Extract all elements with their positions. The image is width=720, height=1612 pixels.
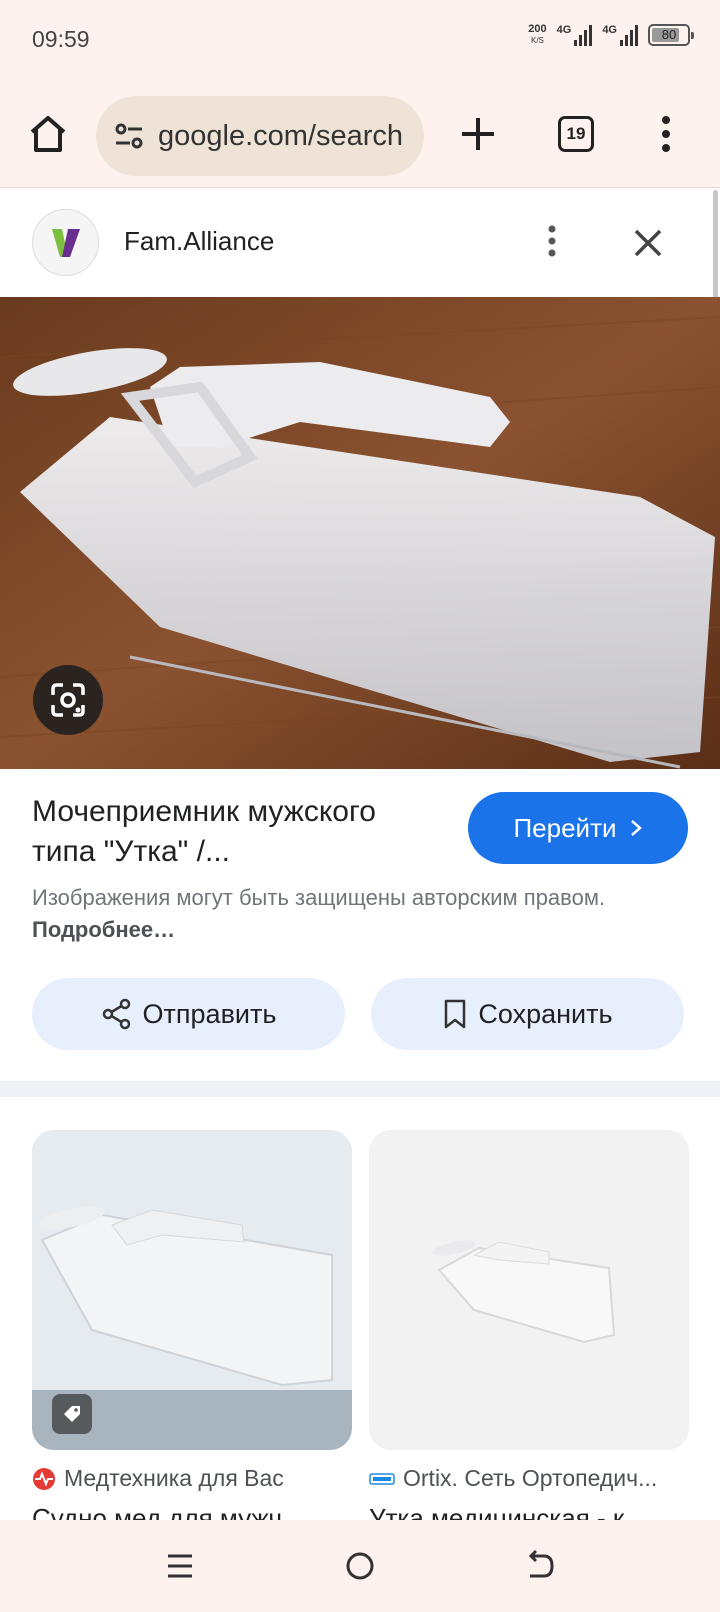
url-text[interactable]: google.com/search bbox=[158, 120, 406, 153]
related-title-1[interactable]: Судно мед для мужч... bbox=[32, 1500, 352, 1520]
urinal-photo bbox=[0, 297, 720, 769]
more-vert-icon[interactable] bbox=[542, 221, 562, 261]
related-image-card[interactable] bbox=[32, 1130, 352, 1450]
result-title[interactable]: Мочеприемник мужского типа "Утка" /... bbox=[32, 792, 442, 872]
network-speed: 200 K/S bbox=[528, 23, 547, 46]
close-icon[interactable] bbox=[630, 225, 666, 261]
chevron-right-icon bbox=[630, 820, 642, 836]
section-divider bbox=[0, 1081, 720, 1097]
medtech-favicon-icon bbox=[33, 1467, 55, 1490]
fam-alliance-logo-icon bbox=[51, 228, 80, 257]
related-title-2[interactable]: Утка медицинская - к... bbox=[369, 1500, 689, 1520]
back-icon[interactable] bbox=[520, 1546, 560, 1586]
source-name[interactable]: Fam.Alliance bbox=[124, 226, 274, 257]
home-nav-icon[interactable] bbox=[340, 1546, 380, 1586]
page-info-icon[interactable] bbox=[112, 119, 146, 153]
related-source-2[interactable]: Ortix. Сеть Ортопедич... bbox=[369, 1465, 689, 1492]
related-image-2 bbox=[369, 1130, 689, 1450]
recent-apps-icon[interactable] bbox=[160, 1546, 200, 1586]
sim1-signal-icon: 4G bbox=[557, 24, 593, 46]
url-bar[interactable]: google.com/search bbox=[96, 96, 424, 176]
system-nav-bar bbox=[0, 1520, 720, 1612]
google-lens-button[interactable] bbox=[33, 665, 103, 735]
battery-icon: 80 bbox=[648, 24, 694, 46]
save-button[interactable]: Сохранить bbox=[371, 978, 684, 1050]
main-image[interactable] bbox=[0, 297, 720, 769]
related-source-1[interactable]: Медтехника для Вас bbox=[32, 1465, 352, 1492]
status-bar: 09:59 200 K/S 4G 4G 80 bbox=[0, 0, 720, 82]
related-image-card[interactable] bbox=[369, 1130, 689, 1450]
source-header: Fam.Alliance bbox=[0, 189, 712, 297]
share-button[interactable]: Отправить bbox=[32, 978, 345, 1050]
home-icon[interactable] bbox=[24, 110, 72, 158]
visit-label: Перейти bbox=[513, 812, 617, 843]
clock: 09:59 bbox=[32, 26, 90, 52]
copyright-notice: Изображения могут быть защищены авторски… bbox=[32, 885, 606, 942]
learn-more-link[interactable]: Подробнее… bbox=[32, 917, 175, 942]
share-icon bbox=[102, 998, 130, 1030]
new-tab-icon[interactable] bbox=[456, 112, 500, 156]
browser-toolbar: google.com/search 19 bbox=[0, 82, 720, 188]
sim2-signal-icon: 4G bbox=[602, 24, 638, 46]
product-tag-icon bbox=[52, 1394, 92, 1434]
tab-switcher-button[interactable]: 19 bbox=[558, 116, 594, 152]
visit-button[interactable]: Перейти bbox=[468, 792, 688, 864]
ortix-favicon-icon bbox=[369, 1472, 395, 1485]
status-icons: 200 K/S 4G 4G 80 bbox=[528, 23, 694, 46]
more-vert-icon[interactable] bbox=[656, 112, 676, 156]
lens-icon bbox=[51, 683, 85, 717]
bookmark-icon bbox=[445, 999, 466, 1029]
source-logo[interactable] bbox=[32, 209, 99, 276]
